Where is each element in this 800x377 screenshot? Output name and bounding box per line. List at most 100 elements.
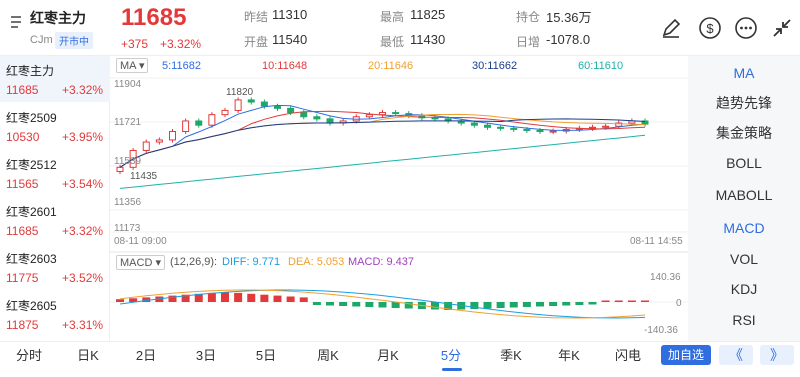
indicator-vol[interactable]: VOL (688, 244, 800, 274)
symbol-name[interactable]: 红枣主力 (30, 8, 86, 28)
add-watchlist-button[interactable]: 加自选 (661, 345, 711, 365)
tab-quarterly-k[interactable]: 季K (486, 346, 536, 366)
macd-bar (627, 300, 636, 302)
macd-bar (299, 297, 308, 302)
macd-bar (588, 302, 597, 305)
contract-name: 红枣2512 (6, 158, 57, 172)
macd-bar (549, 302, 558, 306)
macd-bar (221, 292, 229, 302)
tab-daily-k[interactable]: 日K (63, 346, 113, 366)
open-interest-value: 15.36万 (546, 10, 592, 25)
candle-body (169, 131, 176, 141)
contract-list-item[interactable]: 红枣2509 10530 +3.95% (0, 103, 110, 149)
indicator-boll[interactable]: BOLL (688, 148, 800, 178)
price-change: +375 (121, 37, 149, 51)
prev-settle-value: 11310 (272, 7, 308, 22)
macd-y-top: 140.36 (650, 272, 681, 283)
low-marker: 11435 (130, 171, 158, 182)
candle-body (182, 120, 190, 133)
quote-header: 红枣主力 CJm 开市中 11685 +375 +3.32% 昨结 11310 … (0, 0, 800, 56)
macd-diff-value: DIFF: 9.771 (222, 256, 281, 268)
active-tab-indicator (442, 368, 462, 371)
collapse-arrows-icon[interactable] (769, 15, 795, 41)
contract-list-item[interactable]: 红枣主力 11685 +3.32% (0, 56, 110, 102)
prev-contract-button[interactable]: 《 (719, 345, 753, 365)
candle-body (247, 99, 255, 103)
candle-body (208, 114, 216, 126)
next-contract-button[interactable]: 》 (760, 345, 794, 365)
contract-price: 11775 (6, 271, 39, 285)
symbol-code: CJm (30, 34, 53, 46)
high-label: 最高 (380, 10, 405, 24)
indicator-rsi[interactable]: RSI (688, 305, 800, 335)
y-axis-label: 11356 (114, 197, 142, 208)
contract-list-item[interactable]: 红枣2512 11565 +3.54% (0, 150, 110, 196)
macd-bar (286, 296, 295, 302)
tab-3day[interactable]: 3日 (181, 346, 231, 366)
macd-bar (365, 302, 374, 307)
indicator-maboll[interactable]: MABOLL (688, 180, 800, 210)
macd-bar (260, 294, 269, 302)
indicator-trend[interactable]: 趋势先锋 (688, 88, 800, 118)
tab-weekly-k[interactable]: 周K (303, 346, 353, 366)
contract-price: 11685 (6, 224, 39, 238)
y-axis-label: 11904 (114, 79, 142, 90)
macd-bar (378, 302, 387, 308)
macd-selector[interactable]: MACD ▾ (116, 255, 165, 270)
candle-body (313, 116, 321, 120)
candle-body (523, 128, 531, 131)
candle-body (379, 112, 386, 116)
contract-list: 红枣主力 11685 +3.32% 红枣2509 10530 +3.95% 红枣… (0, 56, 110, 341)
tab-5day[interactable]: 5日 (241, 346, 291, 366)
macd-bar (601, 300, 610, 302)
candle-body (431, 117, 439, 120)
indicator-ma[interactable]: MA (688, 58, 800, 88)
contract-name: 红枣2509 (6, 111, 57, 125)
candle-body (300, 112, 308, 118)
candle-body (155, 139, 163, 143)
macd-bar (326, 302, 334, 306)
candle-body (195, 120, 203, 126)
candle-body (497, 126, 505, 129)
svg-text:$: $ (706, 21, 714, 36)
contract-name: 红枣2601 (6, 205, 57, 219)
macd-bar (312, 302, 321, 305)
edit-pen-icon[interactable] (658, 15, 684, 41)
contract-list-item[interactable]: 红枣2605 11875 +3.31% (0, 291, 110, 337)
contract-pct: +3.32% (62, 83, 104, 97)
indicator-panel: MA 趋势先锋 集金策略 BOLL MABOLL MACD VOL KDJ RS… (688, 56, 800, 341)
macd-bar (509, 302, 518, 308)
tab-5min[interactable]: 5分 (426, 346, 476, 366)
prev-settle-label: 昨结 (244, 10, 269, 24)
contract-price: 11875 (6, 318, 39, 332)
candle-body (234, 99, 242, 111)
back-chevron-icon[interactable] (8, 14, 24, 36)
macd-params: (12,26,9): (170, 256, 218, 268)
candle-body (260, 101, 268, 107)
contract-list-item[interactable]: 红枣2601 11685 +3.32% (0, 197, 110, 243)
indicator-macd[interactable]: MACD (688, 213, 800, 243)
contract-pct: +3.54% (62, 177, 104, 191)
tab-lightning[interactable]: 闪电 (603, 346, 653, 366)
more-options-icon[interactable] (733, 15, 759, 41)
tab-monthly-k[interactable]: 月K (363, 346, 413, 366)
tab-2day[interactable]: 2日 (121, 346, 171, 366)
kline-canvas (110, 77, 688, 319)
low-value: 11430 (410, 32, 446, 47)
dollar-circle-icon[interactable]: $ (697, 15, 723, 41)
indicator-kdj[interactable]: KDJ (688, 274, 800, 304)
macd-bar (339, 302, 348, 306)
candle-body (470, 122, 478, 126)
tab-yearly-k[interactable]: 年K (544, 346, 594, 366)
macd-bar (234, 292, 243, 302)
contract-list-item[interactable]: 红枣2603 11775 +3.52% (0, 244, 110, 290)
kline-chart-area[interactable]: MA ▾ 5:11682 10:11648 20:11646 30:11662 … (110, 56, 688, 341)
contract-name: 红枣主力 (6, 64, 55, 78)
macd-bar (391, 302, 400, 308)
market-status-badge: 开市中 (55, 32, 93, 49)
tab-intraday[interactable]: 分时 (4, 346, 54, 366)
macd-bar (536, 302, 544, 307)
indicator-strategy[interactable]: 集金策略 (688, 118, 800, 148)
candle-body (221, 109, 229, 116)
last-price: 11685 (121, 4, 187, 31)
